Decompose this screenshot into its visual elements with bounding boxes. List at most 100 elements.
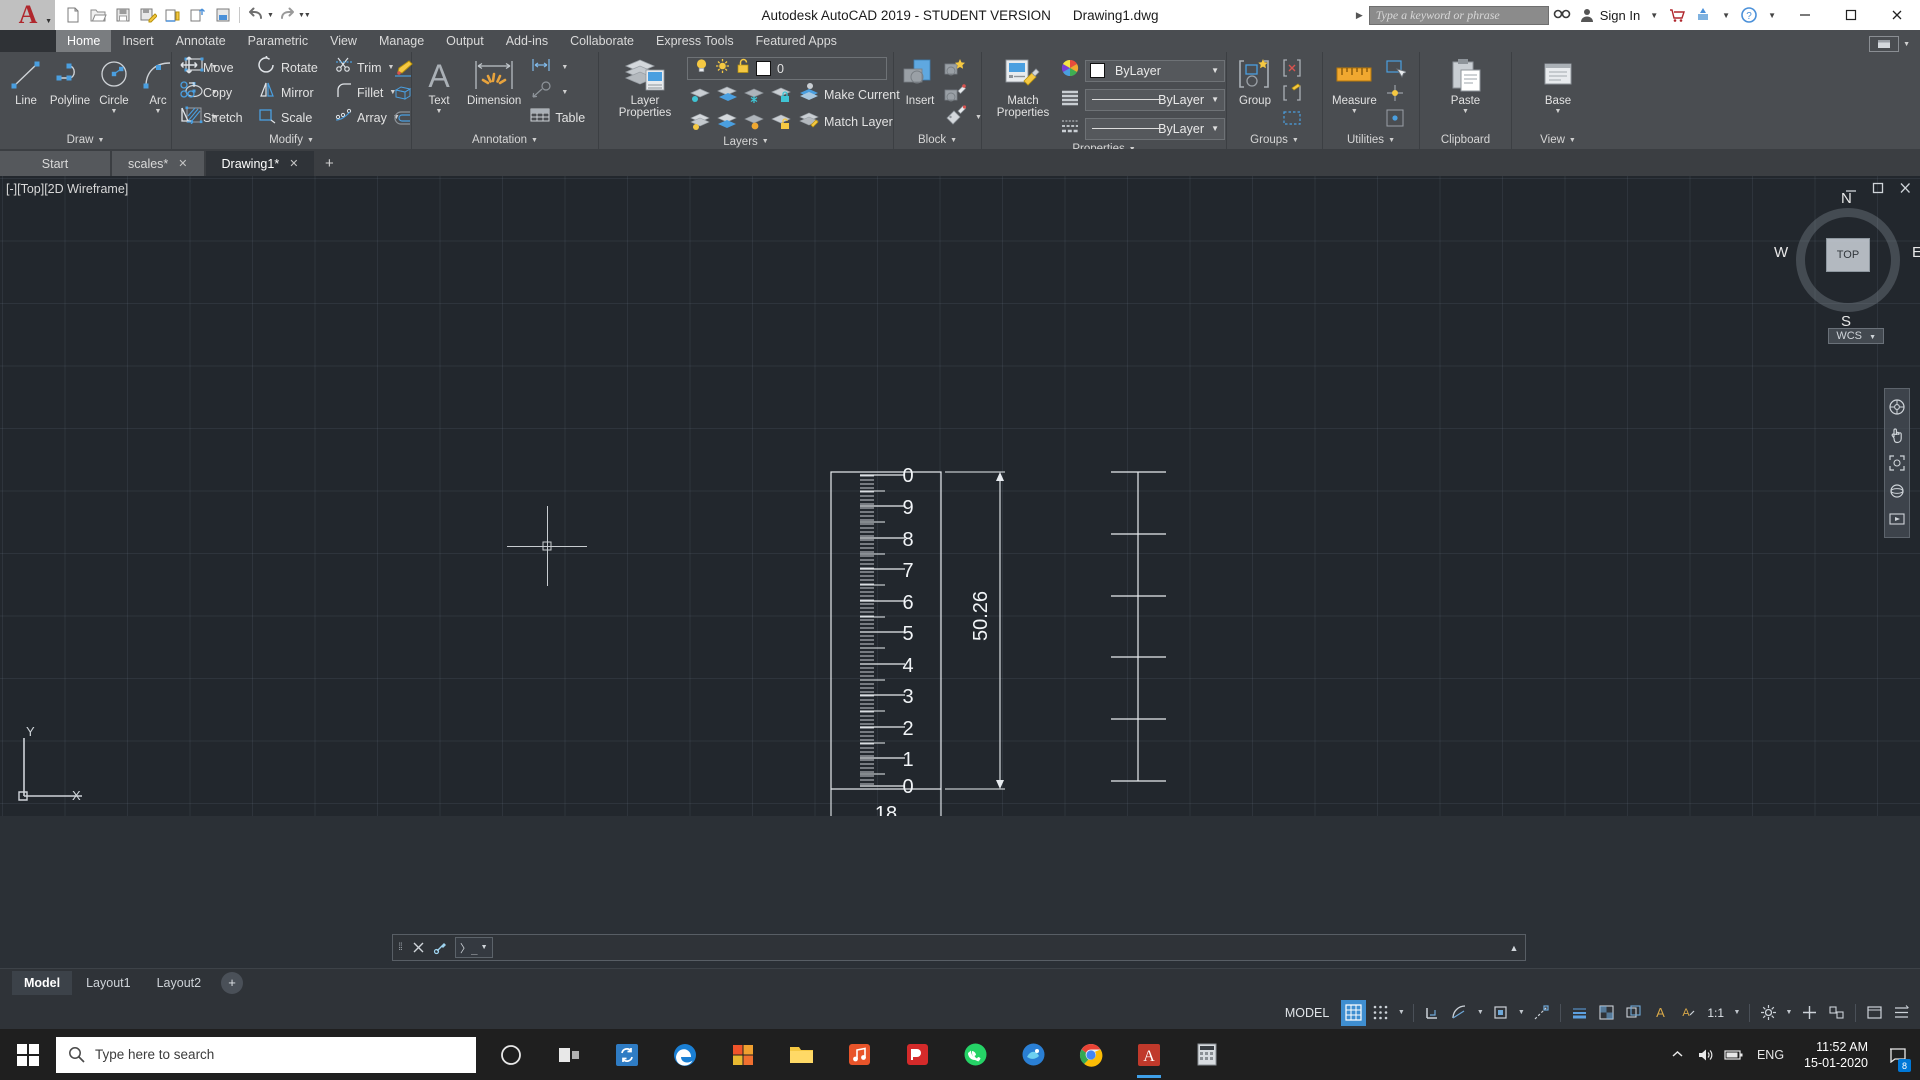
task-view-icon[interactable] (540, 1029, 598, 1080)
tab-featured-apps[interactable]: Featured Apps (745, 30, 848, 52)
color-wheel-icon[interactable] (1060, 58, 1080, 83)
layer-on-icon[interactable] (694, 58, 709, 79)
customization-icon[interactable] (1889, 1000, 1914, 1026)
linetype-dropdown[interactable]: ByLayer ▼ (1085, 88, 1225, 111)
plot-preview-icon[interactable] (211, 3, 235, 27)
object-snap-toggle[interactable] (1488, 1000, 1513, 1026)
coordinate-system-selector[interactable]: WCS ▼ (1828, 328, 1884, 344)
layer-freeze-snowflake-icon[interactable] (741, 82, 767, 107)
orbit-icon[interactable] (1885, 477, 1909, 505)
chevron-down-icon[interactable]: ▼ (436, 108, 443, 115)
zoom-extents-icon[interactable] (1885, 449, 1909, 477)
grid-display-toggle[interactable] (1341, 999, 1367, 1026)
file-tab-drawing1[interactable]: Drawing1* ✕ (205, 151, 315, 176)
maximize-window-button[interactable] (1828, 0, 1874, 30)
create-block-icon[interactable] (942, 55, 968, 80)
workspace-switching-icon[interactable] (1756, 1000, 1781, 1026)
ungroup-icon[interactable] (1279, 55, 1305, 80)
scale-button[interactable]: Scale (254, 105, 332, 130)
new-drawing-tab-button[interactable]: + (316, 151, 342, 176)
close-window-button[interactable] (1874, 0, 1920, 30)
command-prompt-indicator[interactable]: 〉_ ▼ (455, 937, 493, 958)
view-cube[interactable]: TOP N S W E (1774, 190, 1920, 330)
fillet-button[interactable]: Fillet ▼ (332, 80, 396, 105)
make-current-button[interactable]: Make Current (795, 82, 903, 107)
block-attributes-tool[interactable]: ▼ (942, 105, 985, 130)
layer-properties-button[interactable]: Layer Properties (603, 55, 687, 119)
minimize-window-button[interactable] (1782, 0, 1828, 30)
chevron-down-icon[interactable]: ▼ (975, 114, 982, 121)
trim-button[interactable]: Trim ▼ (332, 55, 394, 80)
annotation-scale-selector[interactable]: 1:1 (1702, 1006, 1729, 1020)
measure-button[interactable]: Measure ▼ (1327, 55, 1382, 115)
command-input[interactable] (492, 935, 1503, 960)
layout-tab-layout1[interactable]: Layout1 (74, 971, 142, 995)
chevron-down-icon[interactable]: ▼ (1462, 108, 1469, 115)
sign-in-button[interactable]: Sign In (1575, 7, 1644, 23)
save-as-icon[interactable] (136, 3, 160, 27)
layer-isolate-icon[interactable] (687, 82, 713, 107)
current-layer-selector[interactable]: 0 (687, 57, 887, 80)
taskbar-search-box[interactable]: Type here to search (56, 1036, 476, 1073)
hardware-acceleration-icon[interactable] (1797, 1000, 1822, 1026)
search-input[interactable] (1375, 7, 1542, 23)
model-space-indicator[interactable]: MODEL (1275, 1001, 1339, 1025)
search-box[interactable] (1368, 5, 1549, 25)
layout-tab-layout2[interactable]: Layout2 (145, 971, 213, 995)
chevron-down-icon[interactable]: ▼ (1762, 11, 1782, 20)
ortho-mode-toggle[interactable] (1420, 1000, 1445, 1026)
group-edit-icon[interactable] (1279, 80, 1305, 105)
view-cube-top-face[interactable]: TOP (1826, 238, 1870, 272)
chevron-down-icon[interactable]: ▼ (1731, 1009, 1743, 1016)
move-button[interactable]: Move (176, 55, 254, 80)
publish-icon[interactable] (186, 3, 210, 27)
chevron-down-icon[interactable]: ▼ (1903, 41, 1910, 48)
circle-button[interactable]: Circle ▼ (92, 55, 136, 115)
media-player-icon[interactable] (1004, 1029, 1062, 1080)
panel-title-annotation[interactable]: Annotation ▼ (412, 131, 598, 149)
language-indicator[interactable]: ENG (1749, 1048, 1792, 1062)
plot-icon[interactable] (161, 3, 185, 27)
open-file-icon[interactable] (86, 3, 110, 27)
polar-tracking-toggle[interactable] (1447, 1000, 1472, 1026)
tab-express-tools[interactable]: Express Tools (645, 30, 745, 52)
isolate-objects-icon[interactable] (1824, 1000, 1849, 1026)
autoscale-toggle[interactable]: A (1675, 1000, 1700, 1026)
close-icon[interactable]: ✕ (289, 157, 298, 170)
leader-tool[interactable]: ▼ (526, 80, 588, 105)
viewport-maximize-icon[interactable] (1872, 182, 1885, 197)
search-icon[interactable] (1549, 0, 1575, 30)
file-tab-scales[interactable]: scales* ✕ (112, 151, 204, 176)
layer-thaw-icon[interactable] (715, 58, 730, 79)
panel-title-block[interactable]: Block ▼ (894, 131, 981, 149)
steering-wheel-icon[interactable] (1885, 393, 1909, 421)
group-selection-icon[interactable] (1279, 105, 1305, 130)
chevron-down-icon[interactable]: ▼ (155, 108, 162, 115)
new-file-icon[interactable] (61, 3, 85, 27)
tab-view[interactable]: View (319, 30, 368, 52)
lineweight-dropdown[interactable]: ByLayer ▼ (1085, 117, 1225, 140)
chevron-down-icon[interactable]: ▼ (1644, 11, 1664, 20)
tab-annotate[interactable]: Annotate (165, 30, 237, 52)
polyline-button[interactable]: Polyline (48, 55, 92, 107)
lineweight-toggle[interactable] (1567, 1000, 1592, 1026)
cortana-icon[interactable] (482, 1029, 540, 1080)
command-line-bar[interactable]: ⁞⁞ 〉_ ▼ ▲ (392, 934, 1526, 961)
line-button[interactable]: Line (4, 55, 48, 107)
command-bar-grip[interactable]: ⁞⁞ (393, 935, 407, 960)
panel-title-groups[interactable]: Groups ▼ (1227, 131, 1322, 149)
ribbon-display-options-button[interactable] (1869, 36, 1900, 52)
tab-collaborate[interactable]: Collaborate (559, 30, 645, 52)
chevron-down-icon[interactable]: ▼ (1395, 1009, 1407, 1016)
close-icon[interactable] (407, 935, 429, 960)
edit-block-icon[interactable] (942, 80, 968, 105)
redo-icon[interactable] (275, 3, 299, 27)
add-layout-button[interactable]: + (221, 971, 244, 994)
layer-freeze-all-icon[interactable] (741, 109, 767, 134)
insert-block-button[interactable]: Insert (898, 55, 942, 107)
panel-title-modify[interactable]: Modify ▼ (172, 131, 411, 149)
chevron-right-icon[interactable]: ▶ (1356, 10, 1363, 21)
microsoft-store-icon[interactable] (714, 1029, 772, 1080)
tab-manage[interactable]: Manage (368, 30, 435, 52)
calculator-icon[interactable] (1178, 1029, 1236, 1080)
